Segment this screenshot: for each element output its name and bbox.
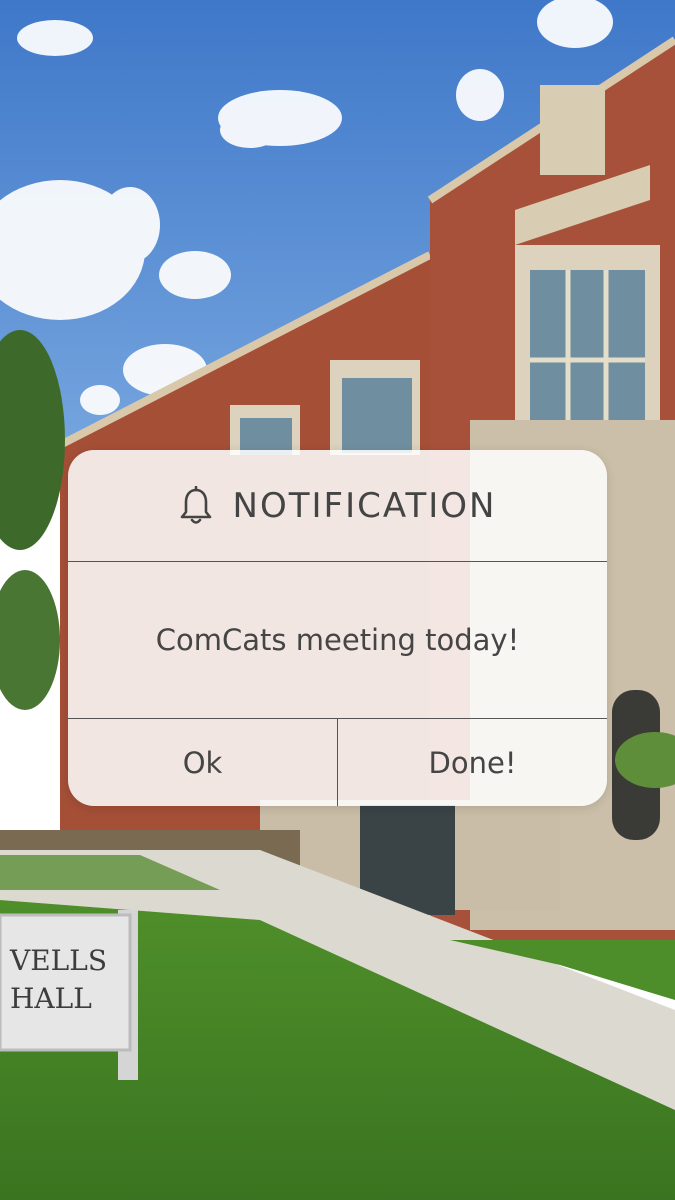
ok-button[interactable]: Ok [68, 719, 338, 806]
done-button[interactable]: Done! [338, 719, 607, 806]
dialog-body: ComCats meeting today! [68, 562, 607, 719]
dialog-actions: Ok Done! [68, 719, 607, 806]
dialog-title: NOTIFICATION [232, 485, 497, 526]
notification-dialog: NOTIFICATION ComCats meeting today! Ok D… [68, 450, 607, 806]
sign-line-2: HALL [10, 982, 92, 1015]
dialog-header: NOTIFICATION [68, 450, 607, 562]
bell-icon [180, 485, 211, 524]
sign-line-1: VELLS [9, 944, 107, 977]
notification-message: ComCats meeting today! [155, 623, 520, 657]
